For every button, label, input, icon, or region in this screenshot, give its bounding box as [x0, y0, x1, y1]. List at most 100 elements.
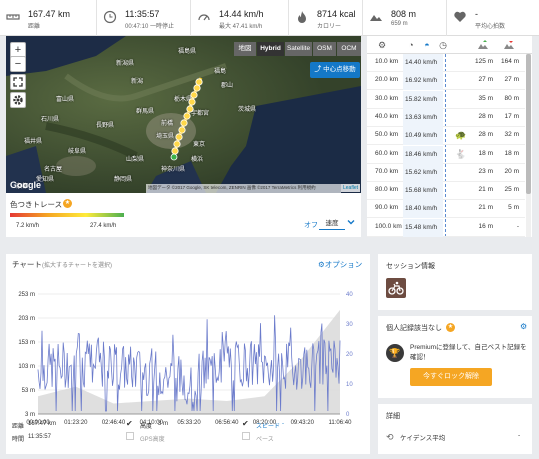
gear-icon[interactable]: ⚙ — [520, 322, 527, 331]
tab-hybrid[interactable]: Hybrid — [257, 42, 284, 56]
speed-legend-label: スピード — [256, 424, 281, 430]
unlock-button[interactable]: 今すぐロック解除 — [410, 368, 492, 386]
pace-label: ペース — [256, 437, 274, 443]
zoom-out-button[interactable]: − — [10, 56, 26, 72]
pie-icon[interactable]: ◔ — [405, 39, 417, 51]
chart-options-button[interactable]: ⚙オプション — [318, 259, 362, 270]
elevation-legend-value: 3 m — [158, 421, 169, 427]
elevation-checkbox[interactable]: ✔ — [126, 419, 133, 428]
center-map-button[interactable]: ⤴ 中心点移動 — [310, 62, 360, 78]
speed-value: 14.44 km/h — [219, 9, 264, 19]
split-row[interactable]: 70.0 km 15.62 km/h 23 m 20 m — [367, 163, 525, 182]
route-map[interactable]: 福島県 新潟県 栃木県 群馬県 茨城県 長野県 埼玉県 東京 山梨県 静岡県 神… — [6, 36, 361, 193]
x-tick-label: 05:33:20 — [177, 420, 201, 426]
split-row[interactable]: 60.0 km 18.46 km/h 🐇 18 m 18 m — [367, 145, 525, 164]
speed-checkbox[interactable]: ✔ — [242, 419, 249, 428]
session-info-panel: セッション情報 — [378, 254, 532, 310]
split-elevation-up: 125 m — [475, 58, 494, 65]
split-row[interactable]: 50.0 km 10.49 km/h 🐢 28 m 32 m — [367, 127, 525, 146]
elevation-area — [38, 309, 340, 414]
split-speed: 13.63 km/h — [403, 108, 443, 127]
tab-satellite[interactable]: Satellite — [285, 42, 312, 56]
split-elevation-down: - — [516, 222, 519, 230]
stat-speed: 14.44 km/h 最大 47.41 km/h — [191, 0, 289, 36]
split-distance: 20.0 km — [375, 76, 399, 84]
y-tick-label: 153 m — [18, 340, 35, 346]
y2-tick-label: 40 — [346, 292, 353, 298]
y2-tick-label: 20 — [346, 352, 353, 358]
speedometer-icon — [197, 10, 211, 24]
split-elevation-down: 25 m — [504, 186, 519, 194]
gear-icon[interactable]: ⚙ — [376, 39, 388, 51]
distance-label: 距離 — [28, 24, 41, 30]
mountain-icon — [369, 10, 383, 24]
heart-rate-label: 平均心拍数 — [475, 24, 506, 30]
split-elevation-down: 27 m — [504, 76, 519, 84]
split-row[interactable]: 40.0 km 13.63 km/h 28 m 17 m — [367, 108, 525, 127]
rabbit-icon: 🐇 — [455, 148, 467, 159]
personal-records-title: 個人記録該当なし — [386, 325, 442, 332]
x-tick-label: 02:46:40 — [102, 420, 126, 426]
chart-hint: (拡大するチャートを選択) — [42, 263, 112, 269]
splits-scrollbar[interactable] — [526, 54, 531, 237]
speed-legend-value: - — [282, 421, 284, 427]
premium-star-icon: ★ — [446, 323, 455, 332]
cycling-icon — [386, 278, 406, 298]
cadence-icon: ⟲ — [386, 432, 394, 442]
tab-map[interactable]: 地図 — [234, 42, 256, 56]
map-settings-button[interactable] — [10, 92, 26, 108]
pace-checkbox[interactable] — [242, 432, 250, 440]
split-row[interactable]: 20.0 km 16.92 km/h 27 m 27 m — [367, 72, 525, 91]
split-elevation-down: 32 m — [504, 131, 519, 139]
max-speed-label: 最大 47.41 km/h — [219, 24, 263, 30]
leaflet-link[interactable]: Leaflet — [341, 184, 361, 192]
split-row[interactable]: 10.0 km 14.40 km/h 125 m 164 m — [367, 54, 525, 72]
y2-tick-label: 0 — [346, 412, 350, 418]
split-elevation-down: 164 m — [501, 58, 520, 65]
split-elevation-up: 28 m — [478, 131, 493, 139]
split-elevation-up: 23 m — [478, 167, 493, 175]
pause-label: 00:47:10 一時停止 — [125, 24, 175, 30]
split-row[interactable]: 30.0 km 15.82 km/h 35 m 80 m — [367, 90, 525, 109]
records-premium-text: Premiumに登録して、自己ベスト記録を確認！ — [410, 344, 527, 361]
split-speed: 14.40 km/h — [403, 54, 443, 72]
split-elevation-up: 35 m — [478, 94, 493, 102]
x-tick-label: 01:23:20 — [64, 420, 88, 426]
gps-elevation-checkbox[interactable] — [126, 432, 134, 440]
y2-tick-label: 10 — [346, 382, 353, 388]
elevation-down-icon[interactable] — [503, 39, 515, 51]
scroll-thumb[interactable] — [526, 54, 531, 194]
speedometer-icon[interactable]: ◓ — [421, 39, 433, 51]
details-title: 詳細 — [386, 413, 400, 420]
stopwatch-icon[interactable]: ◷ — [437, 39, 449, 51]
time-legend-label: 時間 — [12, 437, 25, 443]
gear-icon: ⚙ — [318, 260, 325, 269]
split-distance: 30.0 km — [375, 94, 399, 102]
elevation-up-icon[interactable] — [477, 39, 489, 51]
split-distance: 80.0 km — [375, 186, 399, 194]
tab-ocm[interactable]: OCM — [337, 42, 361, 56]
trace-metric-select[interactable]: 速度 — [319, 218, 345, 230]
chevron-down-icon[interactable] — [346, 218, 356, 230]
split-row[interactable]: 100.0 km 15.48 km/h 16 m - — [367, 218, 525, 237]
split-speed: 18.40 km/h — [403, 200, 443, 219]
elevation-down-value: 659 m — [391, 21, 408, 27]
split-elevation-down: 80 m — [504, 94, 519, 102]
split-speed: 15.82 km/h — [403, 90, 443, 109]
split-speed: 15.62 km/h — [403, 163, 443, 182]
trace-max: 27.4 km/h — [90, 223, 117, 229]
split-row[interactable]: 90.0 km 18.40 km/h 21 m 5 m — [367, 200, 525, 219]
trace-off-button[interactable]: オフ — [304, 220, 318, 230]
splits-header: ⚙ ◔ ◓ ◷ — [367, 36, 532, 54]
trace-min: 7.2 km/h — [16, 223, 40, 229]
fullscreen-button[interactable] — [10, 74, 26, 90]
route-track — [170, 77, 203, 161]
split-row[interactable]: 80.0 km 15.68 km/h 21 m 25 m — [367, 182, 525, 201]
elevation-speed-chart[interactable]: 253 m203 m153 m103 m53 m3 m40302010000:0… — [6, 284, 370, 444]
y-tick-label: 103 m — [18, 364, 35, 370]
tab-osm[interactable]: OSM — [313, 42, 336, 56]
split-speed: 18.46 km/h — [403, 145, 443, 164]
session-info-title: セッション情報 — [386, 263, 435, 270]
y-tick-label: 203 m — [18, 316, 35, 322]
split-distance: 90.0 km — [375, 204, 399, 212]
